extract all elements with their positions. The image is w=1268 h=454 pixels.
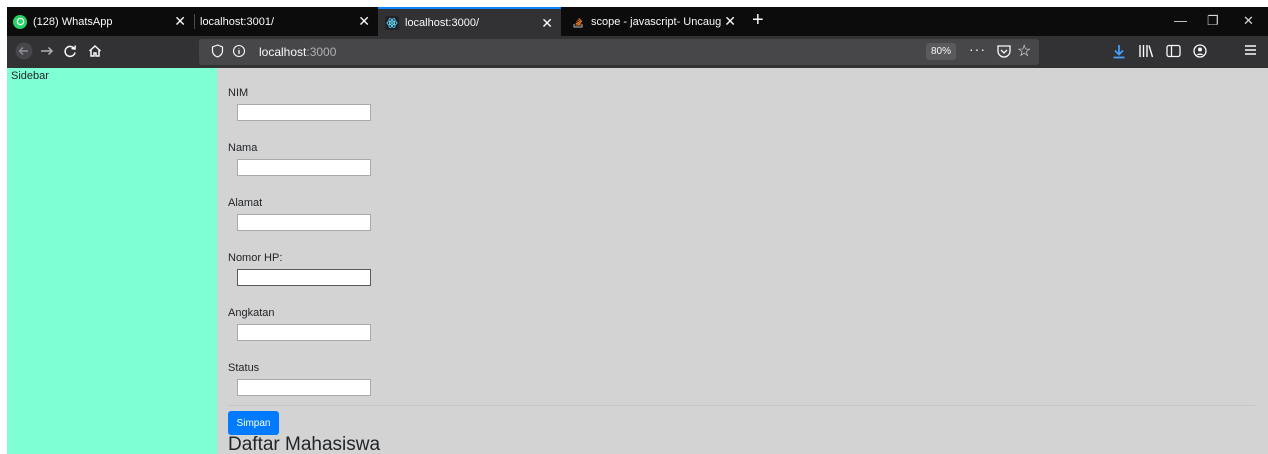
close-tab-icon[interactable]: ✕ — [358, 14, 370, 28]
restore-icon[interactable]: ❐ — [1207, 13, 1219, 29]
close-tab-icon[interactable]: ✕ — [724, 14, 736, 28]
alamat-input[interactable] — [237, 214, 371, 231]
nim-input[interactable] — [237, 104, 371, 121]
simpan-button[interactable]: Simpan — [228, 411, 279, 435]
tab-title: localhost:3001/ — [200, 15, 274, 28]
browser-window: (128) WhatsApp ✕ localhost:3001/ ✕ local… — [7, 7, 1268, 454]
tab-title: scope - javascript- Uncaught Sy — [591, 15, 721, 28]
new-tab-icon[interactable]: + — [752, 10, 764, 30]
nomor-hp-input[interactable] — [237, 269, 371, 286]
menu-icon[interactable] — [1244, 44, 1257, 59]
tab-title: localhost:3000/ — [405, 16, 479, 29]
close-tab-icon[interactable]: ✕ — [541, 16, 553, 30]
bookmark-star-icon[interactable]: ☆ — [1017, 41, 1031, 61]
site-info-icon[interactable] — [232, 44, 246, 63]
forward-icon[interactable] — [40, 44, 54, 61]
back-icon[interactable] — [15, 42, 33, 63]
alamat-label: Alamat — [228, 197, 263, 209]
tab-whatsapp[interactable]: (128) WhatsApp ✕ — [7, 7, 194, 36]
navigation-toolbar: localhost:3000 80% ··· ☆ — [7, 36, 1268, 68]
tracking-protection-icon[interactable] — [211, 44, 224, 63]
angkatan-label: Angkatan — [228, 307, 275, 319]
status-label: Status — [228, 362, 260, 374]
tab-title: (128) WhatsApp — [33, 15, 113, 28]
home-icon[interactable] — [88, 44, 102, 61]
account-icon[interactable] — [1193, 44, 1207, 61]
page-content: Sidebar NIM Nama Alamat Nomor HP: Angkat… — [7, 68, 1268, 454]
nama-label: Nama — [228, 142, 258, 154]
nim-label: NIM — [228, 87, 249, 99]
reload-icon[interactable] — [63, 44, 77, 61]
whatsapp-icon — [13, 14, 27, 29]
main-panel: NIM Nama Alamat Nomor HP: Angkatan Statu… — [217, 68, 1268, 454]
url-bar[interactable]: localhost:3000 80% ··· ☆ — [199, 39, 1039, 65]
download-icon[interactable] — [1112, 44, 1126, 62]
url-text[interactable]: localhost:3000 — [259, 45, 336, 59]
library-icon[interactable] — [1138, 44, 1154, 61]
sidebar-label: Sidebar — [11, 70, 49, 82]
angkatan-input[interactable] — [237, 324, 371, 341]
react-icon — [385, 15, 399, 30]
tab-strip: (128) WhatsApp ✕ localhost:3001/ ✕ local… — [7, 7, 1268, 36]
daftar-mahasiswa-heading: Daftar Mahasiswa — [228, 434, 381, 454]
close-window-icon[interactable]: ✕ — [1243, 13, 1254, 29]
pocket-icon[interactable] — [996, 43, 1012, 64]
divider — [227, 405, 1255, 406]
zoom-indicator[interactable]: 80% — [926, 43, 957, 60]
tab-stackoverflow[interactable]: scope - javascript- Uncaught Sy ✕ — [561, 7, 744, 36]
close-tab-icon[interactable]: ✕ — [174, 14, 186, 28]
url-host: localhost — [259, 45, 307, 59]
minimize-icon[interactable]: — — [1174, 13, 1187, 28]
sidebar: Sidebar — [7, 68, 217, 454]
url-port: :3000 — [306, 45, 337, 59]
tab-localhost-3001[interactable]: localhost:3001/ ✕ — [195, 7, 378, 36]
nomor-hp-label: Nomor HP: — [228, 252, 283, 264]
tab-localhost-3000[interactable]: localhost:3000/ ✕ — [378, 7, 561, 36]
stackoverflow-icon — [571, 15, 585, 29]
sidebar-toggle-icon[interactable] — [1166, 44, 1181, 61]
nama-input[interactable] — [237, 159, 371, 176]
page-actions-icon[interactable]: ··· — [969, 41, 986, 57]
status-input[interactable] — [237, 379, 371, 396]
